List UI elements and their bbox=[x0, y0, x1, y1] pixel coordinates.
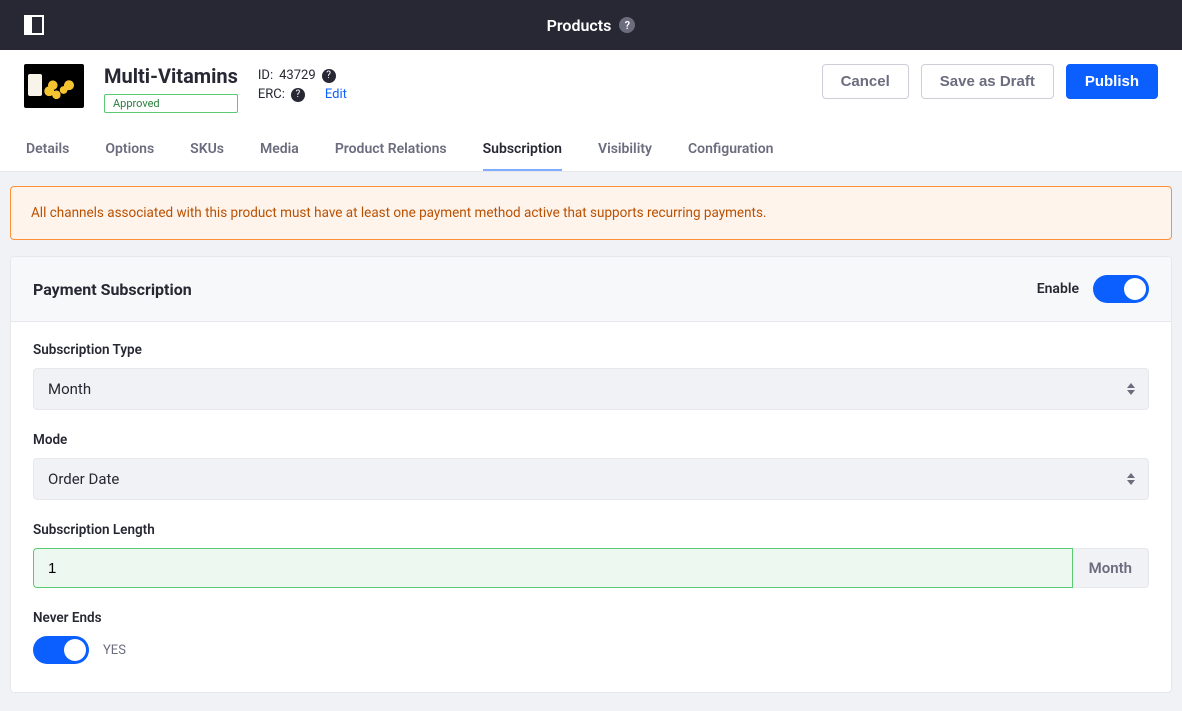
subscription-length-unit: Month bbox=[1073, 548, 1149, 588]
tabbar: Details Options SKUs Media Product Relat… bbox=[24, 131, 1158, 171]
mode-label: Mode bbox=[33, 432, 1149, 448]
card-title: Payment Subscription bbox=[33, 280, 192, 299]
never-ends-toggle[interactable] bbox=[33, 636, 89, 664]
id-label: ID: bbox=[258, 68, 273, 83]
subscription-length-input[interactable] bbox=[33, 548, 1073, 588]
product-title-block: Multi-Vitamins Approved bbox=[104, 64, 238, 113]
subscription-type-label: Subscription Type bbox=[33, 342, 1149, 358]
card-body: Subscription Type Month Mode Order Date bbox=[11, 322, 1171, 692]
card-header-right: Enable bbox=[1037, 275, 1149, 303]
subscription-type-select[interactable]: Month bbox=[33, 368, 1149, 410]
status-badge: Approved bbox=[104, 94, 238, 113]
never-ends-label: Never Ends bbox=[33, 610, 1149, 626]
subscription-type-group: Subscription Type Month bbox=[33, 342, 1149, 410]
mode-group: Mode Order Date bbox=[33, 432, 1149, 500]
nav-toggle-icon[interactable] bbox=[24, 15, 44, 35]
product-header: Multi-Vitamins Approved ID: 43729 ? ERC:… bbox=[0, 50, 1182, 172]
edit-link[interactable]: Edit bbox=[325, 87, 347, 102]
mode-value: Order Date bbox=[33, 458, 1149, 500]
publish-button[interactable]: Publish bbox=[1066, 64, 1158, 99]
page-title: Products ? bbox=[547, 16, 636, 35]
tab-options[interactable]: Options bbox=[105, 131, 154, 171]
never-ends-group: Never Ends YES bbox=[33, 610, 1149, 664]
subscription-length-group: Subscription Length Month bbox=[33, 522, 1149, 588]
content: All channels associated with this produc… bbox=[0, 172, 1182, 711]
subscription-type-value: Month bbox=[33, 368, 1149, 410]
id-value: 43729 bbox=[279, 68, 316, 83]
mode-select[interactable]: Order Date bbox=[33, 458, 1149, 500]
product-image bbox=[24, 64, 84, 108]
tab-skus[interactable]: SKUs bbox=[190, 131, 224, 171]
subscription-length-input-group: Month bbox=[33, 548, 1149, 588]
subscription-length-label: Subscription Length bbox=[33, 522, 1149, 538]
tab-media[interactable]: Media bbox=[260, 131, 299, 171]
save-draft-button[interactable]: Save as Draft bbox=[921, 64, 1054, 99]
product-meta: ID: 43729 ? ERC: ? Edit bbox=[258, 64, 347, 102]
product-header-row: Multi-Vitamins Approved ID: 43729 ? ERC:… bbox=[24, 64, 1158, 113]
payment-subscription-card: Payment Subscription Enable Subscription… bbox=[10, 256, 1172, 693]
never-ends-row: YES bbox=[33, 636, 1149, 664]
card-header: Payment Subscription Enable bbox=[11, 257, 1171, 322]
warning-alert: All channels associated with this produc… bbox=[10, 186, 1172, 240]
tab-configuration[interactable]: Configuration bbox=[688, 131, 773, 171]
cancel-button[interactable]: Cancel bbox=[822, 64, 909, 99]
info-icon[interactable]: ? bbox=[291, 88, 305, 102]
tab-product-relations[interactable]: Product Relations bbox=[335, 131, 447, 171]
never-ends-value: YES bbox=[103, 643, 126, 658]
topbar: Products ? bbox=[0, 0, 1182, 50]
product-id-row: ID: 43729 ? bbox=[258, 68, 347, 83]
help-icon[interactable]: ? bbox=[619, 17, 635, 33]
product-name: Multi-Vitamins bbox=[104, 64, 238, 88]
page-title-text: Products bbox=[547, 16, 612, 35]
tab-details[interactable]: Details bbox=[26, 131, 69, 171]
tab-visibility[interactable]: Visibility bbox=[598, 131, 652, 171]
enable-label: Enable bbox=[1037, 281, 1079, 297]
tab-subscription[interactable]: Subscription bbox=[483, 131, 562, 171]
product-erc-row: ERC: ? Edit bbox=[258, 87, 347, 102]
erc-label: ERC: bbox=[258, 87, 285, 102]
info-icon[interactable]: ? bbox=[322, 69, 336, 83]
enable-toggle[interactable] bbox=[1093, 275, 1149, 303]
header-buttons: Cancel Save as Draft Publish bbox=[822, 64, 1158, 99]
